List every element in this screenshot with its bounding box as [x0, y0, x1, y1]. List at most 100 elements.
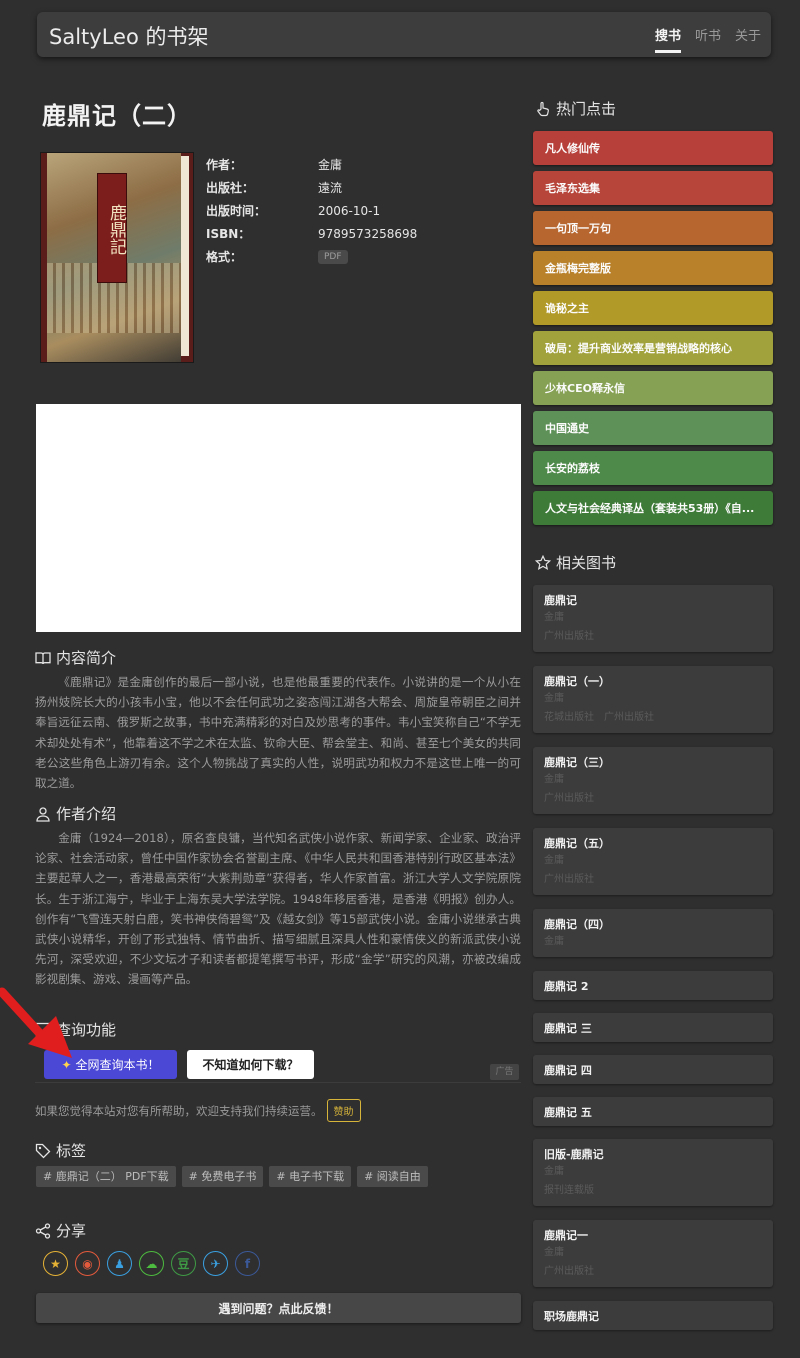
book-open-icon: [35, 651, 51, 664]
related-book-title: 鹿鼎记 四: [544, 1064, 592, 1077]
related-book-card[interactable]: 鹿鼎记（五） 金庸 广州出版社: [533, 828, 773, 895]
top-nav: 搜书 听书 关于: [654, 25, 761, 53]
hot-item[interactable]: 诡秘之主: [533, 291, 773, 325]
tag-list: # 鹿鼎记（二） PDF下载 # 免费电子书 # 电子书下载 # 阅读自由: [36, 1166, 428, 1187]
hot-item[interactable]: 金瓶梅完整版: [533, 251, 773, 285]
related-book-card[interactable]: 鹿鼎记一金庸广州出版社: [533, 1220, 773, 1287]
related-book-publisher: 广州出版社: [604, 712, 654, 723]
ad-label: 广告: [490, 1064, 519, 1080]
share-heading: 分享: [35, 1220, 86, 1241]
hot-item[interactable]: 少林CEO释永信: [533, 371, 773, 405]
tag-pdf-download[interactable]: # 鹿鼎记（二） PDF下载: [36, 1166, 176, 1187]
meta-format-row: 格式： PDF: [206, 245, 417, 268]
meta-value: 遠流: [318, 181, 343, 195]
meta-author-row: 作者： 金庸: [206, 153, 417, 176]
related-book-title: 鹿鼎记（五）: [544, 837, 610, 850]
related-book-author: 金庸: [544, 1166, 564, 1177]
meta-label: 出版时间：: [206, 204, 267, 218]
feedback-button[interactable]: 遇到问题？点此反馈！: [36, 1293, 521, 1323]
qq-icon[interactable]: ♟: [107, 1251, 132, 1276]
tag-icon: [35, 1143, 51, 1158]
facebook-icon[interactable]: f: [235, 1251, 260, 1276]
book-meta: 作者： 金庸 出版社： 遠流 出版时间： 2006-10-1 ISBN： 978…: [206, 153, 417, 268]
nav-search[interactable]: 搜书: [654, 25, 681, 53]
related-book-card[interactable]: 鹿鼎记 四: [533, 1055, 773, 1084]
twitter-icon[interactable]: ✈: [203, 1251, 228, 1276]
page-title: 鹿鼎记（二）: [42, 102, 192, 130]
sponsor-button[interactable]: 赞助: [326, 1099, 361, 1122]
related-book-publishers: 报刊连载版: [544, 1181, 762, 1200]
tag-ebook-download[interactable]: # 电子书下载: [269, 1166, 352, 1187]
qzone-icon[interactable]: ★: [43, 1251, 68, 1276]
related-book-title: 鹿鼎记 2: [544, 980, 589, 993]
download-help-button[interactable]: 不知道如何下载？: [187, 1050, 314, 1079]
meta-isbn-row: ISBN： 9789573258698: [206, 222, 417, 245]
meta-value: 9789573258698: [318, 226, 418, 241]
related-book-card[interactable]: 鹿鼎记（四） 金庸: [533, 909, 773, 957]
share-buttons: ★ ◉ ♟ ☁ 豆 ✈ f: [43, 1251, 260, 1276]
wechat-icon[interactable]: ☁: [139, 1251, 164, 1276]
related-book-title: 鹿鼎记: [544, 594, 577, 607]
support-text: 如果您觉得本站对您有所帮助，欢迎支持我们持续运营。: [35, 1103, 323, 1118]
related-book-publisher: 报刊连载版: [544, 1185, 594, 1196]
related-book-publisher: 广州出版社: [544, 1266, 594, 1277]
intro-text: 《鹿鼎记》是金庸创作的最后一部小说，也是他最重要的代表作。小说讲的是一个从小在扬…: [35, 675, 521, 791]
related-book-publisher: 广州出版社: [544, 874, 594, 885]
tag-reading-freedom[interactable]: # 阅读自由: [357, 1166, 428, 1187]
related-book-publishers: 广州出版社: [544, 789, 762, 808]
related-book-card[interactable]: 鹿鼎记 2: [533, 971, 773, 1000]
support-line: 如果您觉得本站对您有所帮助，欢迎支持我们持续运营。 赞助: [35, 1099, 361, 1122]
meta-value: 2006-10-1: [318, 203, 381, 218]
related-book-author: 金庸: [544, 936, 564, 947]
divider: [35, 1082, 521, 1083]
related-book-title: 鹿鼎记一: [544, 1229, 588, 1242]
meta-label: 作者：: [206, 158, 243, 172]
hot-item[interactable]: 中国通史: [533, 411, 773, 445]
related-book-author: 金庸: [544, 774, 564, 785]
format-badge[interactable]: PDF: [318, 249, 348, 264]
hot-item[interactable]: 破局：提升商业效率是营销战略的核心: [533, 331, 773, 365]
red-arrow-annotation: [0, 987, 72, 1058]
author-text: 金庸（1924—2018），原名查良镛，当代知名武侠小说作家、新闻学家、企业家、…: [35, 831, 521, 987]
related-heading-text: 相关图书: [556, 554, 617, 572]
nav-listen[interactable]: 听书: [695, 25, 721, 44]
tags-heading: 标签: [35, 1140, 86, 1161]
tag-free-ebook[interactable]: # 免费电子书: [181, 1166, 264, 1187]
author-heading: 作者介绍: [35, 803, 116, 824]
douban-icon[interactable]: 豆: [171, 1251, 196, 1276]
hot-item[interactable]: 人文与社会经典译丛（套装共53册）《自...: [533, 491, 773, 525]
nav-about[interactable]: 关于: [735, 25, 761, 44]
related-book-author: 金庸: [544, 1247, 564, 1258]
related-book-card[interactable]: 鹿鼎记 五: [533, 1097, 773, 1126]
share-heading-text: 分享: [56, 1222, 87, 1240]
ad-banner[interactable]: [36, 404, 521, 632]
related-book-title: 鹿鼎记 三: [544, 1022, 592, 1035]
star-icon: [535, 554, 551, 570]
related-book-card[interactable]: 鹿鼎记（三） 金庸 广州出版社: [533, 747, 773, 814]
related-book-publisher: 花城出版社: [544, 712, 594, 723]
hot-item[interactable]: 一句顶一万句: [533, 211, 773, 245]
hot-item[interactable]: 凡人修仙传: [533, 131, 773, 165]
author-heading-text: 作者介绍: [56, 805, 117, 823]
hot-item[interactable]: 毛泽东选集: [533, 171, 773, 205]
meta-label: 格式：: [206, 250, 243, 264]
meta-value: 金庸: [318, 158, 343, 172]
related-book-title: 职场鹿鼎记: [544, 1310, 599, 1323]
top-navbar: SaltyLeo 的书架 搜书 听书 关于: [37, 12, 771, 57]
hot-item[interactable]: 长安的荔枝: [533, 451, 773, 485]
related-book-card[interactable]: 旧版-鹿鼎记 金庸报刊连载版: [533, 1139, 773, 1206]
site-brand[interactable]: SaltyLeo 的书架: [49, 21, 208, 51]
related-book-publishers: 广州出版社: [544, 627, 762, 646]
related-book-card[interactable]: 职场鹿鼎记: [533, 1301, 773, 1330]
related-book-title: 旧版-鹿鼎记: [544, 1148, 604, 1161]
related-book-card[interactable]: 鹿鼎记 三: [533, 1013, 773, 1042]
cover-title-panel: 鹿鼎記: [97, 173, 127, 283]
related-book-card[interactable]: 鹿鼎记（一） 金庸 花城出版社 广州出版社: [533, 666, 773, 733]
related-book-title: 鹿鼎记（四）: [544, 918, 610, 931]
related-book-card[interactable]: 鹿鼎记 金庸 广州出版社: [533, 585, 773, 652]
share-icon: [35, 1222, 51, 1239]
related-book-publishers: 广州出版社: [544, 1262, 762, 1281]
meta-label: ISBN：: [206, 227, 251, 241]
meta-publisher-row: 出版社： 遠流: [206, 176, 417, 199]
weibo-icon[interactable]: ◉: [75, 1251, 100, 1276]
